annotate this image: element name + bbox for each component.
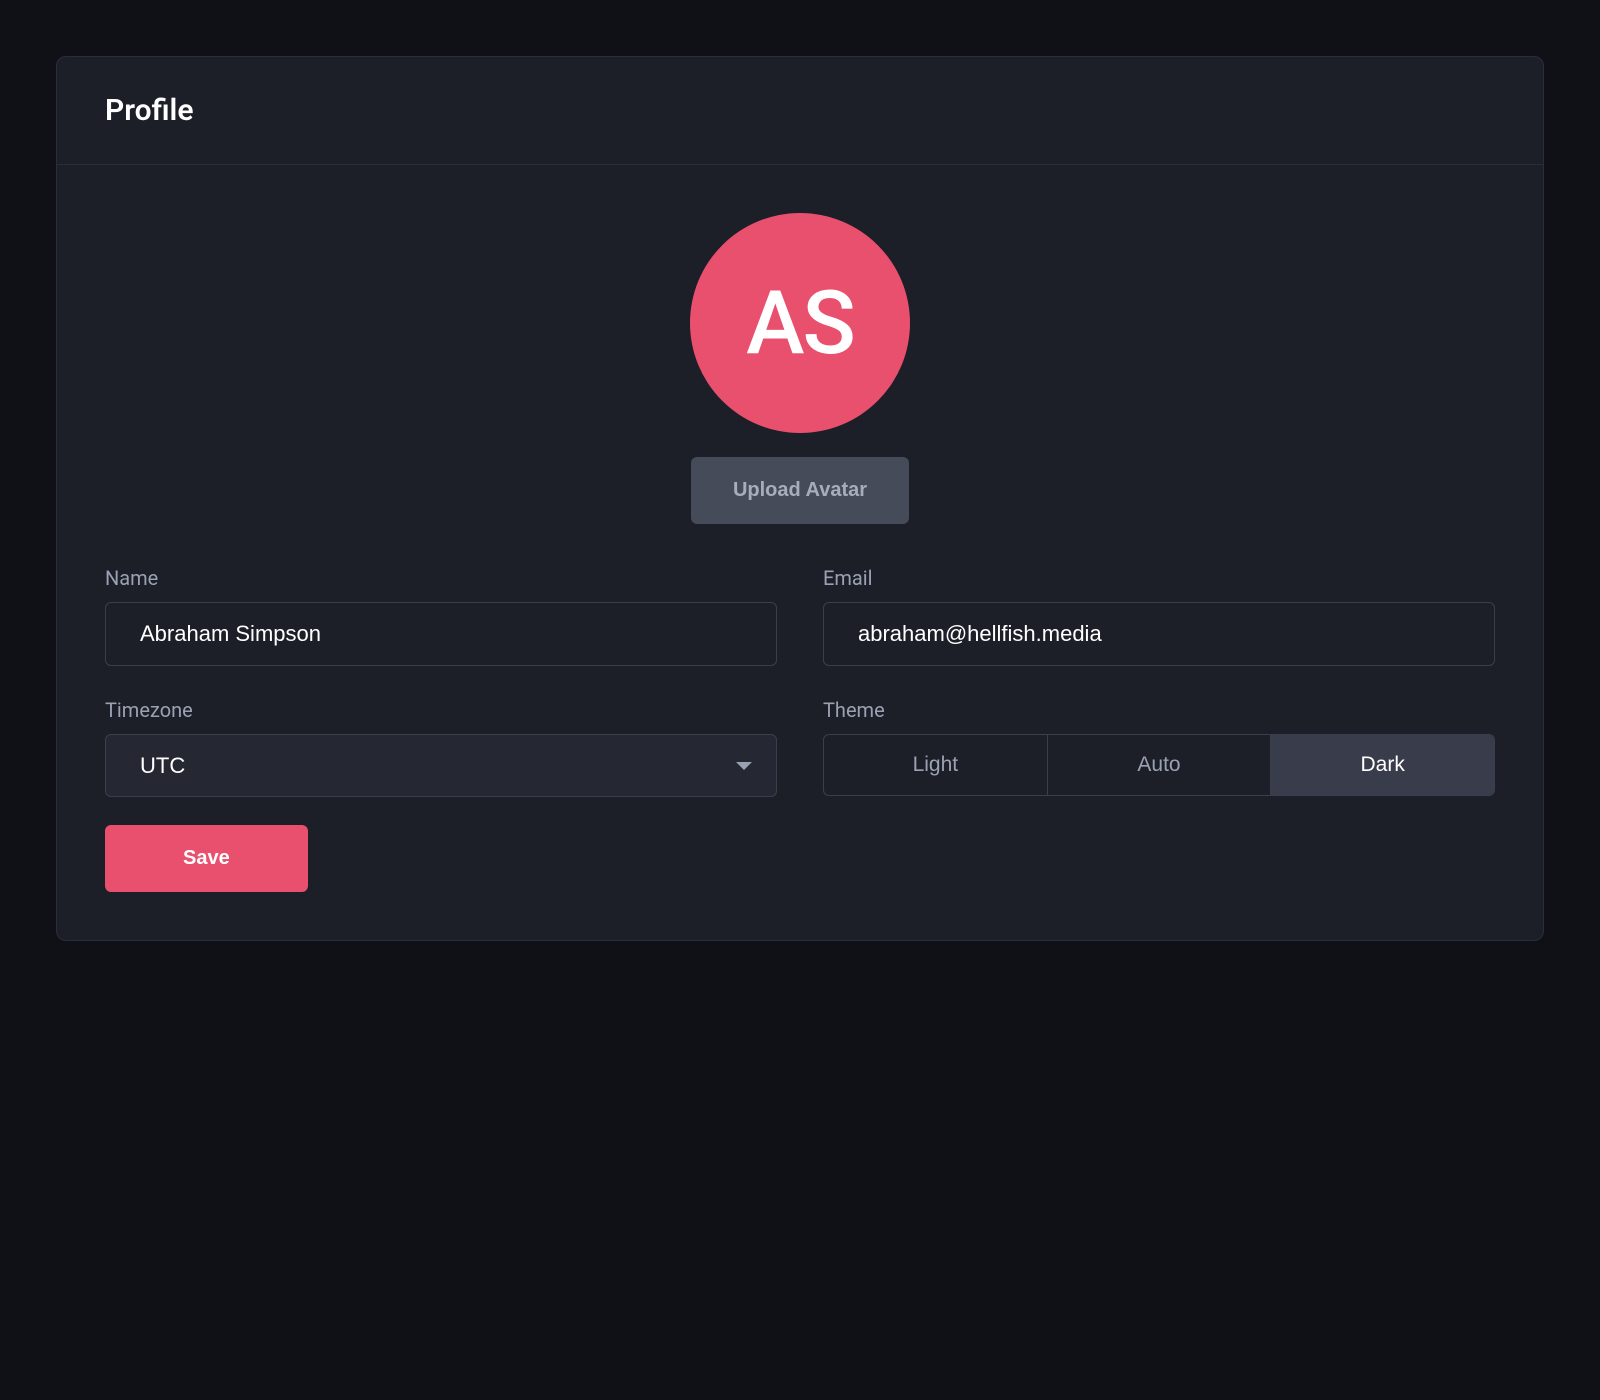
save-row: Save xyxy=(105,825,1495,892)
save-button[interactable]: Save xyxy=(105,825,308,892)
timezone-group: Timezone UTC xyxy=(105,698,777,797)
name-label: Name xyxy=(105,566,777,590)
card-header: Profile xyxy=(57,57,1543,165)
avatar: AS xyxy=(690,213,910,433)
theme-group: Theme Light Auto Dark xyxy=(823,698,1495,797)
email-label: Email xyxy=(823,566,1495,590)
theme-toggle: Light Auto Dark xyxy=(823,734,1495,796)
theme-option-auto[interactable]: Auto xyxy=(1048,735,1272,795)
page-title: Profile xyxy=(105,93,1495,128)
avatar-section: AS Upload Avatar xyxy=(105,213,1495,524)
email-field[interactable] xyxy=(823,602,1495,666)
timezone-select-wrapper: UTC xyxy=(105,734,777,797)
timezone-select[interactable]: UTC xyxy=(106,735,776,796)
upload-avatar-button[interactable]: Upload Avatar xyxy=(691,457,909,524)
timezone-label: Timezone xyxy=(105,698,777,722)
theme-option-dark[interactable]: Dark xyxy=(1271,735,1494,795)
email-group: Email xyxy=(823,566,1495,666)
theme-label: Theme xyxy=(823,698,1495,722)
name-field[interactable] xyxy=(105,602,777,666)
profile-card: Profile AS Upload Avatar Name Email Time xyxy=(56,56,1544,941)
name-group: Name xyxy=(105,566,777,666)
card-body: AS Upload Avatar Name Email Timezone UTC xyxy=(57,165,1543,940)
theme-option-light[interactable]: Light xyxy=(824,735,1048,795)
form-grid: Name Email Timezone UTC Theme xyxy=(105,566,1495,797)
avatar-initials: AS xyxy=(746,272,854,375)
